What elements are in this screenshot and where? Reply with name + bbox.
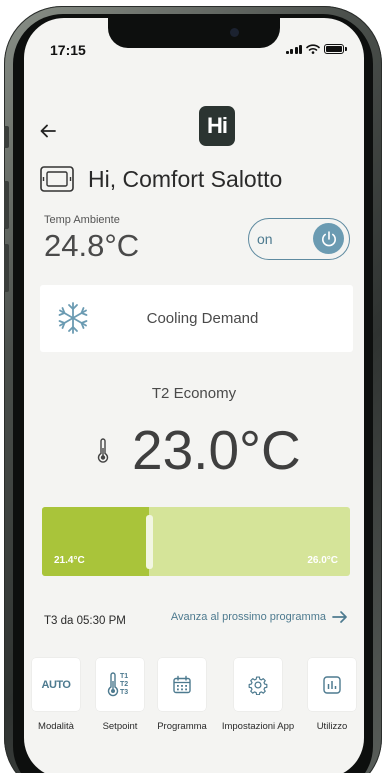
tab-label: Impostazioni App <box>221 721 295 732</box>
tab-modalita[interactable]: AUTO Modalità <box>24 658 92 732</box>
tab-setpoint-button[interactable]: T1 T2 T3 <box>96 658 144 711</box>
tab-utilizzo[interactable]: Utilizzo <box>296 658 364 732</box>
mute-switch <box>4 126 9 148</box>
thermometer-icon <box>97 438 109 463</box>
ambient-temp-value: 24.8°C <box>44 228 140 263</box>
tab-utilizzo-button[interactable] <box>308 658 356 711</box>
tab-programma[interactable]: Programma <box>146 658 218 732</box>
wifi-icon <box>306 44 320 54</box>
power-icon <box>321 230 336 246</box>
demand-text: Cooling Demand <box>146 310 259 327</box>
status-icons <box>285 44 347 54</box>
svg-text:T1: T1 <box>120 673 128 680</box>
svg-text:T2: T2 <box>120 681 128 688</box>
tab-impostazioni-button[interactable] <box>234 658 282 711</box>
tab-modalita-button[interactable]: AUTO <box>32 658 80 711</box>
app-logo: Hi <box>199 106 235 146</box>
setpoint-slider[interactable]: 21.4°C 26.0°C <box>42 507 350 576</box>
battery-icon <box>324 44 347 54</box>
next-program-link-label: Avanza al prossimo programma <box>170 611 326 623</box>
slider-min-label: 21.4°C <box>54 555 85 566</box>
tab-programma-button[interactable] <box>158 658 206 711</box>
tab-impostazioni[interactable]: Impostazioni App <box>222 658 294 732</box>
usage-chart-icon <box>323 675 341 694</box>
device-greeting: Hi, Comfort Salotto <box>88 166 283 192</box>
signal-icon <box>285 45 302 54</box>
bottom-tabs: AUTO Modalità T1 T2 T3 Setpoint Programm… <box>24 658 364 738</box>
auto-mode-icon: AUTO <box>41 678 71 691</box>
svg-text:T3: T3 <box>120 689 128 696</box>
tab-label: Utilizzo <box>316 721 348 732</box>
tab-label: Setpoint <box>102 721 138 732</box>
next-program-link[interactable]: Avanza al prossimo programma <box>171 610 348 624</box>
setpoint-value: 23.0°C <box>132 419 301 481</box>
ambient-temp-label: Temp Ambiente <box>44 214 120 226</box>
volume-up-button <box>4 181 9 229</box>
status-time: 17:15 <box>50 42 86 58</box>
app-screen: 17:15 Hi Hi, Comfort Salotto Temp Ambien… <box>24 18 364 773</box>
arrow-left-icon[interactable] <box>38 121 58 141</box>
arrow-right-icon <box>332 611 347 623</box>
calendar-icon <box>173 675 191 693</box>
demand-card: Cooling Demand <box>40 285 353 352</box>
thermometer-setpoint-icon: T1 T2 T3 <box>107 671 128 696</box>
volume-down-button <box>4 244 9 292</box>
next-program-time: T3 da 05:30 PM <box>44 615 126 627</box>
gear-icon <box>248 676 268 695</box>
slider-handle[interactable] <box>146 515 153 569</box>
tab-label: Modalità <box>38 721 74 732</box>
notch <box>108 18 280 48</box>
power-knob[interactable] <box>313 223 344 254</box>
tab-label: Programma <box>157 721 207 732</box>
camera <box>230 28 239 37</box>
thermostat-device-icon <box>40 166 74 192</box>
program-mode-label: T2 Economy <box>151 385 237 402</box>
power-toggle-label: on <box>257 231 273 247</box>
power-toggle[interactable]: on <box>248 218 350 260</box>
slider-max-label: 26.0°C <box>307 555 338 566</box>
